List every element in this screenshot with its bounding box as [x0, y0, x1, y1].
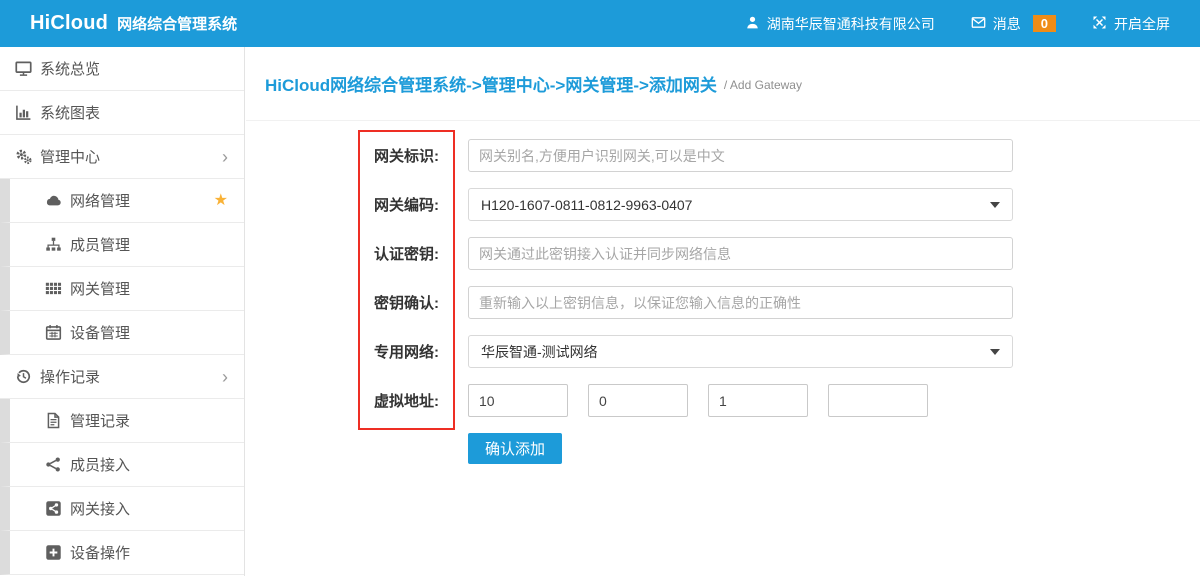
company-name: 湖南华辰智通科技有限公司	[767, 14, 935, 34]
grid-icon	[45, 280, 62, 297]
breadcrumb-suffix: / Add Gateway	[724, 75, 802, 92]
gateway-name-input[interactable]	[468, 139, 1013, 172]
gateway-name-label: 网关标识:	[358, 145, 455, 166]
sidebar-item-label: 网络管理	[70, 190, 130, 211]
star-icon: ★	[214, 193, 228, 209]
caret-down-icon	[990, 349, 1000, 355]
calendar-icon	[45, 324, 62, 341]
gateway-code-label: 网关编码:	[358, 194, 455, 215]
form-row-gateway-code: 网关编码: H120-1607-0811-0812-9963-0407	[246, 188, 1200, 221]
share-square-icon	[45, 500, 62, 517]
user-icon	[745, 15, 760, 33]
sidebar-item-gateway-access[interactable]: 网关接入	[0, 487, 244, 531]
fullscreen-button[interactable]: 开启全屏	[1092, 14, 1170, 34]
sidebar-item-gateway-management[interactable]: 网关管理	[0, 267, 244, 311]
sitemap-icon	[45, 236, 62, 253]
gears-icon	[15, 148, 32, 165]
virtual-address-octet-4[interactable]	[828, 384, 928, 417]
form-row-virtual-address: 虚拟地址:	[246, 384, 1200, 417]
auth-key-label: 认证密钥:	[358, 243, 455, 264]
sidebar-item-label: 系统图表	[40, 102, 100, 123]
sidebar-item-device-operations[interactable]: 设备操作	[0, 531, 244, 575]
sidebar-item-member-management[interactable]: 成员管理	[0, 223, 244, 267]
sidebar-item-system-charts[interactable]: 系统图表	[0, 91, 244, 135]
app-logo: HiCloud 网络综合管理系统	[30, 12, 237, 35]
sidebar-item-network-management[interactable]: 网络管理 ★	[0, 179, 244, 223]
key-confirm-label: 密钥确认:	[358, 292, 455, 313]
sidebar-item-member-access[interactable]: 成员接入	[0, 443, 244, 487]
sidebar-item-label: 系统总览	[40, 58, 100, 79]
sidebar-item-label: 管理记录	[70, 410, 130, 431]
topbar: HiCloud 网络综合管理系统 湖南华辰智通科技有限公司 消息 0 开启全屏	[0, 0, 1200, 47]
expand-icon	[1092, 15, 1107, 33]
logo-primary: HiCloud	[30, 12, 108, 35]
sidebar-item-label: 网关接入	[70, 498, 130, 519]
main-content: HiCloud网络综合管理系统->管理中心->网关管理->添加网关 / Add …	[246, 47, 1200, 576]
topbar-right: 湖南华辰智通科技有限公司 消息 0 开启全屏	[745, 14, 1170, 34]
sidebar-item-system-overview[interactable]: 系统总览	[0, 47, 244, 91]
messages-button[interactable]: 消息 0	[971, 14, 1056, 34]
company-menu[interactable]: 湖南华辰智通科技有限公司	[745, 14, 935, 34]
virtual-address-octet-3[interactable]	[708, 384, 808, 417]
chevron-right-icon: ›	[222, 148, 228, 166]
sidebar-item-label: 成员管理	[70, 234, 130, 255]
messages-label: 消息	[993, 14, 1021, 34]
virtual-address-octet-1[interactable]	[468, 384, 568, 417]
auth-key-input[interactable]	[468, 237, 1013, 270]
virtual-address-label: 虚拟地址:	[358, 390, 455, 411]
sidebar-item-label: 成员接入	[70, 454, 130, 475]
caret-down-icon	[990, 202, 1000, 208]
monitor-icon	[15, 60, 32, 77]
gateway-code-value: H120-1607-0811-0812-9963-0407	[481, 197, 692, 213]
share-icon	[45, 456, 62, 473]
logo-secondary: 网络综合管理系统	[117, 13, 237, 34]
form-row-gateway-name: 网关标识:	[246, 139, 1200, 172]
chevron-right-icon: ›	[222, 368, 228, 386]
form-row-private-network: 专用网络: 华辰智通-测试网络	[246, 335, 1200, 368]
bar-chart-icon	[15, 104, 32, 121]
sidebar-item-label: 设备管理	[70, 322, 130, 343]
cloud-icon	[45, 192, 62, 209]
breadcrumb-bar: HiCloud网络综合管理系统->管理中心->网关管理->添加网关 / Add …	[246, 47, 1200, 121]
sidebar-item-label: 管理中心	[40, 146, 100, 167]
virtual-address-octet-2[interactable]	[588, 384, 688, 417]
history-icon	[15, 368, 32, 385]
fullscreen-label: 开启全屏	[1114, 14, 1170, 34]
messages-count-badge: 0	[1033, 15, 1056, 32]
breadcrumb[interactable]: HiCloud网络综合管理系统->管理中心->网关管理->添加网关	[265, 71, 717, 96]
form-row-key-confirm: 密钥确认:	[246, 286, 1200, 319]
form-row-auth-key: 认证密钥:	[246, 237, 1200, 270]
sidebar-item-label: 操作记录	[40, 366, 100, 387]
confirm-add-button[interactable]: 确认添加	[468, 433, 562, 464]
add-gateway-form: 网关标识: 网关编码: H120-1607-0811-0812-9963-040…	[246, 121, 1200, 464]
envelope-icon	[971, 15, 986, 33]
plus-square-icon	[45, 544, 62, 561]
sidebar: 系统总览 系统图表 管理中心 › 网络管理 ★ 成员管理 网关管理 设备管理 操…	[0, 47, 245, 576]
sidebar-item-label: 设备操作	[70, 542, 130, 563]
document-icon	[45, 412, 62, 429]
sidebar-item-operation-records[interactable]: 操作记录 ›	[0, 355, 244, 399]
private-network-select[interactable]: 华辰智通-测试网络	[468, 335, 1013, 368]
sidebar-item-management-center[interactable]: 管理中心 ›	[0, 135, 244, 179]
sidebar-item-management-records[interactable]: 管理记录	[0, 399, 244, 443]
private-network-value: 华辰智通-测试网络	[481, 342, 598, 362]
gateway-code-select[interactable]: H120-1607-0811-0812-9963-0407	[468, 188, 1013, 221]
private-network-label: 专用网络:	[358, 341, 455, 362]
sidebar-item-label: 网关管理	[70, 278, 130, 299]
key-confirm-input[interactable]	[468, 286, 1013, 319]
sidebar-item-device-management[interactable]: 设备管理	[0, 311, 244, 355]
